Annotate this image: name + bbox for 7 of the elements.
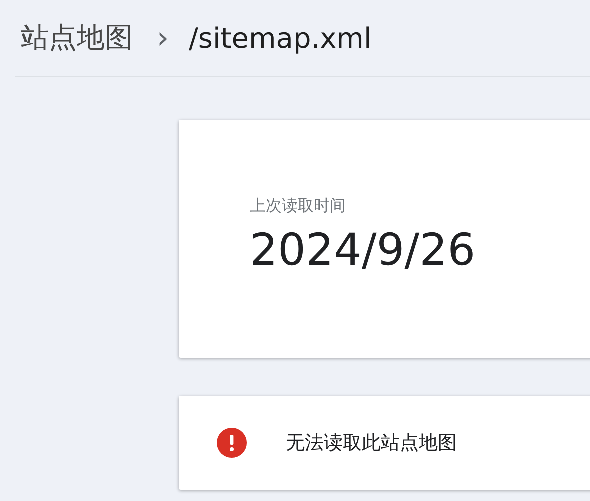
field-label: 上次读取时间	[250, 196, 347, 217]
page-title: /sitemap.xml	[189, 22, 372, 54]
breadcrumb-link[interactable]: 站点地图	[21, 19, 133, 57]
error-icon	[217, 428, 247, 458]
date-value: 2024/9/26	[250, 225, 477, 276]
chevron-icon: ›	[157, 20, 169, 56]
status-message: 无法读取此站点地图	[286, 431, 457, 456]
